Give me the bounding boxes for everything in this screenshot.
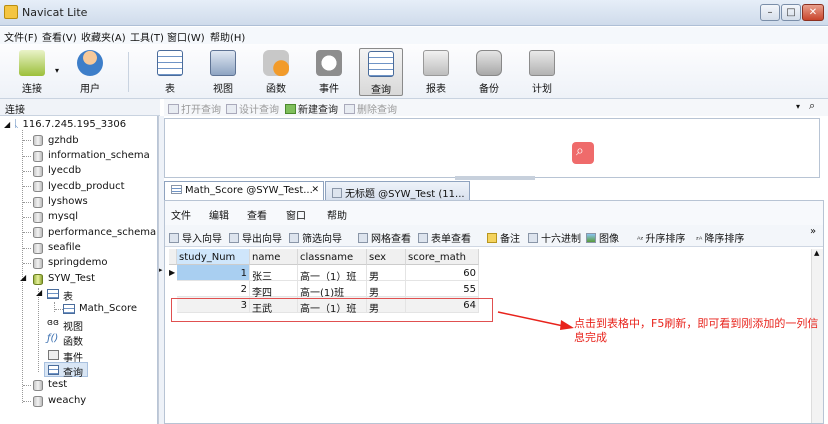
annotation-arrow: [497, 311, 574, 330]
arrow-head-icon: [560, 320, 574, 330]
annotation-text: 点击到表格中，F5刷新，即可看到刚添加的一列信息完成: [574, 317, 819, 344]
arrow-line: [497, 311, 569, 328]
